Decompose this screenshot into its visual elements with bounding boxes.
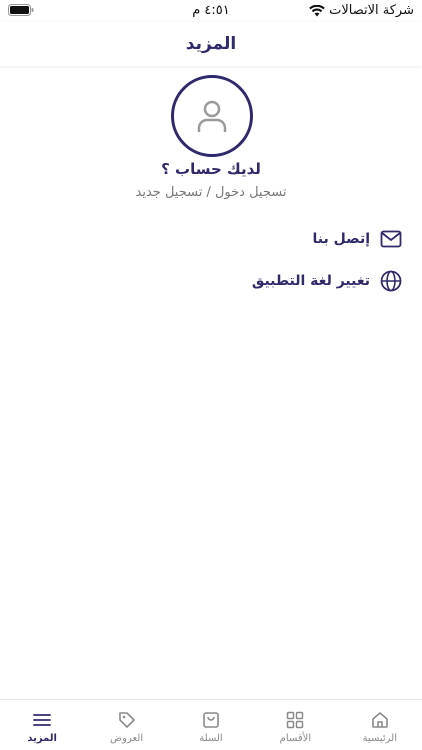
tab-categories-label: الأقسام (279, 733, 312, 744)
tab-more-label: المزيد (27, 733, 57, 744)
home-icon (371, 712, 388, 728)
carrier-area: شركة الاتصالات (309, 3, 414, 18)
globe-icon (380, 270, 402, 292)
carrier-name: شركة الاتصالات (329, 3, 414, 18)
tag-icon (118, 712, 135, 728)
login-register-link[interactable]: تسجيل دخول / تسجيل جديد (0, 185, 422, 200)
tab-home[interactable]: الرئيسية (338, 700, 422, 750)
grid-icon (287, 711, 304, 729)
tab-bar: الرئيسية الأقسام السلة العروض المزيد (0, 699, 422, 750)
menu-icon (33, 714, 52, 726)
bag-icon (203, 712, 219, 728)
contact-us-label: إتصل بنا (312, 231, 370, 247)
tab-offers[interactable]: العروض (84, 700, 168, 750)
mail-icon (380, 230, 402, 248)
status-time: ٤:٥١ م (192, 3, 230, 18)
wifi-icon (309, 4, 325, 16)
change-language-item[interactable]: تغيير لغة التطبيق (252, 268, 402, 294)
header: المزيد (0, 22, 422, 66)
battery-icon (8, 4, 34, 16)
change-language-label: تغيير لغة التطبيق (251, 273, 370, 289)
tab-offers-label: العروض (110, 733, 144, 744)
tab-cart-label: السلة (199, 733, 223, 744)
tab-categories[interactable]: الأقسام (253, 700, 337, 750)
tab-more[interactable]: المزيد (0, 700, 84, 750)
contact-us-item[interactable]: إتصل بنا (313, 226, 402, 252)
tab-home-label: الرئيسية (362, 733, 398, 744)
page-title: المزيد (185, 34, 237, 54)
status-bar: شركة الاتصالات ٤:٥١ م (0, 0, 422, 22)
tab-cart[interactable]: السلة (169, 700, 253, 750)
user-icon (197, 100, 227, 132)
avatar[interactable] (171, 75, 253, 157)
account-question: لديك حساب ؟ (161, 160, 261, 178)
